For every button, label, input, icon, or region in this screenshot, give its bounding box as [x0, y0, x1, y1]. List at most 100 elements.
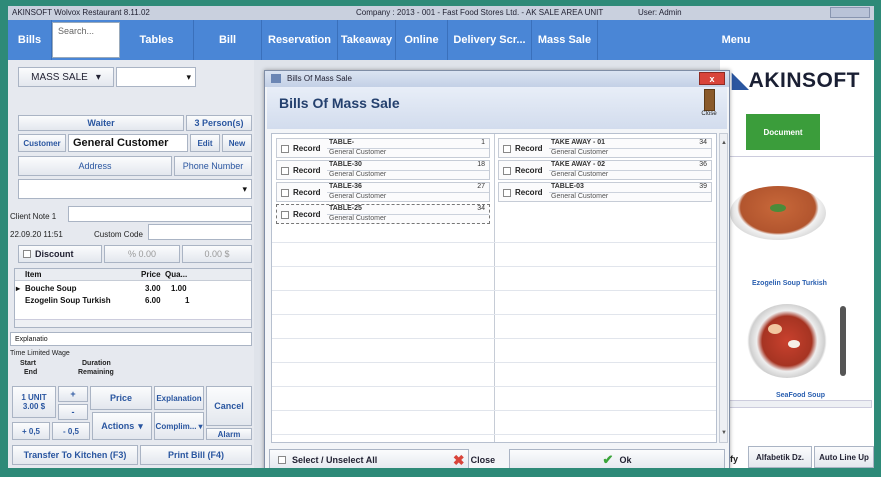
header-close-button[interactable]: Close: [699, 89, 719, 125]
table-row[interactable]: Ezogelin Soup Turkish 6.00 1: [15, 295, 251, 307]
record-label: Record: [515, 166, 543, 175]
ezogelin-soup-image[interactable]: [730, 186, 826, 240]
address-button[interactable]: Address: [18, 156, 172, 176]
mode-dropdown[interactable]: MASS SALE ▾: [18, 67, 114, 87]
transfer-kitchen-button[interactable]: Transfer To Kitchen (F3): [12, 445, 138, 465]
actions-label: Actions: [101, 421, 135, 431]
mode-label: MASS SALE: [31, 71, 88, 83]
record-checkbox[interactable]: [281, 211, 289, 219]
record-checkbox[interactable]: [503, 145, 511, 153]
alarm-button[interactable]: Alarm: [206, 428, 252, 440]
compliments-button[interactable]: Complim... ▾: [154, 412, 204, 440]
plus-half-button[interactable]: + 0,5: [12, 422, 50, 440]
customer-button[interactable]: Customer: [18, 134, 66, 152]
discount-checkbox[interactable]: [23, 250, 31, 258]
client-note-input[interactable]: [68, 206, 252, 222]
nav-tables[interactable]: Tables: [120, 20, 194, 60]
nav-mass-sale[interactable]: Mass Sale: [532, 20, 598, 60]
record-number: 1: [481, 139, 485, 146]
row-item: Ezogelin Soup Turkish: [25, 296, 111, 305]
record-checkbox[interactable]: [281, 167, 289, 175]
record-checkbox[interactable]: [503, 167, 511, 175]
address-field[interactable]: ▾: [18, 179, 252, 199]
ok-button[interactable]: ✔ Ok: [509, 449, 725, 468]
print-bill-button[interactable]: Print Bill (F4): [140, 445, 252, 465]
chevron-down-icon: ▾: [198, 421, 203, 431]
waiter-button[interactable]: Waiter: [18, 115, 184, 131]
logo-text: AKINSOFT: [748, 69, 860, 92]
price-button[interactable]: Price: [90, 386, 152, 410]
end-label: End: [24, 369, 38, 376]
column-divider: [494, 134, 495, 442]
new-customer-button[interactable]: New: [222, 134, 252, 152]
door-icon: [703, 89, 715, 111]
explanation-button[interactable]: Explanation: [154, 386, 204, 410]
decrease-button[interactable]: -: [58, 404, 88, 420]
row-qty: 1: [185, 296, 190, 305]
col-price: Price: [141, 270, 161, 279]
record-item[interactable]: Record TABLE-25 34 General Customer: [276, 204, 490, 224]
document-button[interactable]: Document: [746, 114, 820, 150]
grid-line: [272, 410, 716, 411]
dialog-app-icon: [271, 74, 281, 83]
table-select[interactable]: ▾: [116, 67, 196, 87]
scroll-down-icon[interactable]: ▼: [721, 430, 727, 440]
compliments-label: Complim...: [155, 421, 197, 431]
persons-button[interactable]: 3 Person(s): [186, 115, 252, 131]
explanation-field[interactable]: Explanatio: [10, 332, 252, 346]
check-icon: ✔: [602, 452, 614, 467]
mass-sale-dialog: Bills Of Mass Sale x Close Bills Of Mass…: [264, 70, 730, 468]
product-name: Ezogelin Soup Turkish: [752, 280, 827, 287]
record-checkbox[interactable]: [281, 145, 289, 153]
record-item[interactable]: Record TAKE AWAY - 01 34 General Custome…: [498, 138, 712, 158]
table-row[interactable]: ▸ Bouche Soup 3.00 1.00: [15, 283, 251, 295]
seafood-soup-image[interactable]: [746, 304, 828, 378]
nav-reservation[interactable]: Reservation: [262, 20, 338, 60]
record-customer: General Customer: [329, 149, 387, 156]
record-item[interactable]: Record TAKE AWAY - 02 36 General Custome…: [498, 160, 712, 180]
record-item[interactable]: Record TABLE-30 18 General Customer: [276, 160, 490, 180]
nav-menu[interactable]: Menu: [598, 20, 874, 60]
product-scrollbar[interactable]: [724, 400, 872, 408]
scroll-up-icon[interactable]: ▲: [721, 140, 727, 152]
records-scrollbar[interactable]: ▲ ▼: [719, 133, 728, 443]
record-item[interactable]: Record TABLE-03 39 General Customer: [498, 182, 712, 202]
minus-half-button[interactable]: - 0,5: [52, 422, 90, 440]
increase-button[interactable]: +: [58, 386, 88, 402]
col-item: Item: [25, 270, 42, 279]
record-checkbox[interactable]: [503, 189, 511, 197]
record-item[interactable]: Record TABLE- 1 General Customer: [276, 138, 490, 158]
custom-code-input[interactable]: [148, 224, 252, 240]
nav-bill[interactable]: Bill: [194, 20, 262, 60]
window-controls[interactable]: [830, 7, 870, 18]
phone-button[interactable]: Phone Number: [174, 156, 252, 176]
nav-online[interactable]: Online: [396, 20, 448, 60]
chevron-down-icon: ▾: [95, 71, 101, 83]
select-all-checkbox[interactable]: [278, 456, 286, 464]
record-item[interactable]: Record TABLE-36 27 General Customer: [276, 182, 490, 202]
record-checkbox[interactable]: [281, 189, 289, 197]
discount-toggle[interactable]: Discount: [18, 245, 102, 263]
dialog-x-button[interactable]: x: [699, 72, 725, 85]
discount-percent[interactable]: % 0.00: [104, 245, 180, 263]
auto-line-up-button[interactable]: Auto Line Up: [814, 446, 874, 468]
top-nav: Bills Search... Tables Bill Reservation …: [8, 20, 874, 60]
record-number: 36: [699, 161, 707, 168]
search-input[interactable]: Search...: [52, 22, 120, 58]
edit-customer-button[interactable]: Edit: [190, 134, 220, 152]
row-price: 3.00: [145, 284, 161, 293]
select-all-toggle[interactable]: Select / Unselect All: [269, 449, 469, 468]
actions-button[interactable]: Actions ▾: [92, 412, 152, 440]
close-button[interactable]: ✖ Close: [441, 449, 507, 468]
grid-hscrollbar[interactable]: [15, 319, 251, 327]
record-number: 27: [477, 183, 485, 190]
nav-bills[interactable]: Bills: [8, 20, 52, 60]
nav-takeaway[interactable]: Takeaway: [338, 20, 396, 60]
dialog-title: Bills Of Mass Sale: [279, 95, 400, 111]
discount-amount[interactable]: 0.00 $: [182, 245, 252, 263]
nav-delivery[interactable]: Delivery Scr...: [448, 20, 532, 60]
unit-button[interactable]: 1 UNIT 3.00 $: [12, 386, 56, 418]
bill-panel: MASS SALE ▾ ▾ Waiter 3 Person(s) Custome…: [8, 60, 254, 468]
alphabetic-sort-button[interactable]: Alfabetik Dz.: [748, 446, 812, 468]
cancel-button[interactable]: Cancel: [206, 386, 252, 426]
